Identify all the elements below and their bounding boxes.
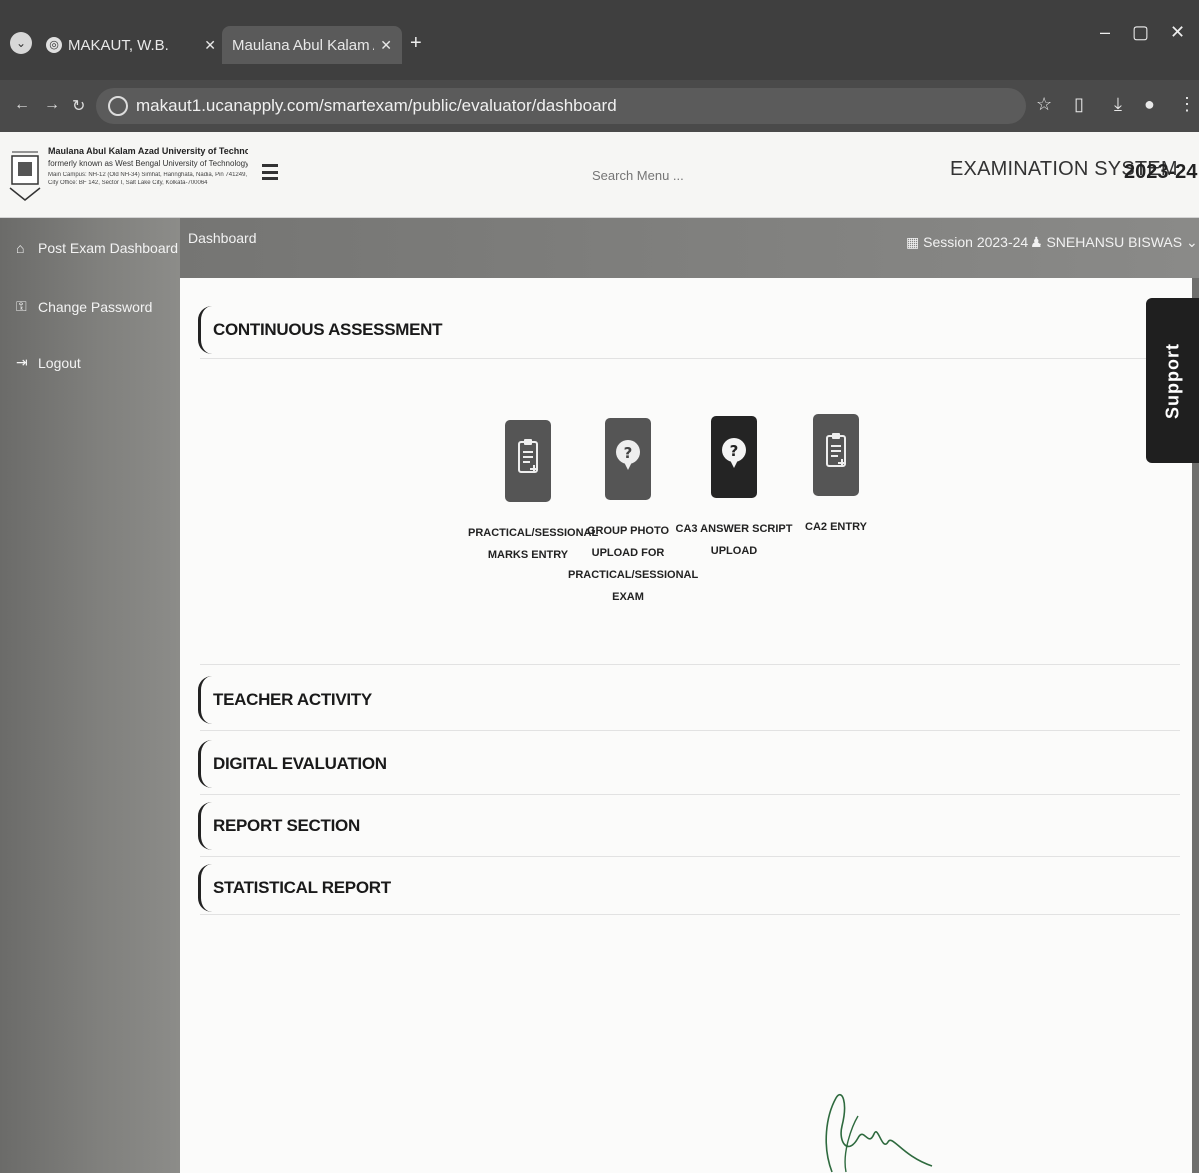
window-close-icon[interactable]: ✕ bbox=[1170, 22, 1185, 43]
city-office-address: City Office: BF 142, Sector I, Salt Lake… bbox=[48, 180, 208, 186]
tab-title: MAKAUT, W.B. bbox=[68, 36, 169, 54]
profile-icon[interactable]: ● bbox=[1144, 94, 1155, 115]
back-icon[interactable]: ← bbox=[14, 96, 30, 114]
university-name-block: Maulana Abul Kalam Azad University of Te… bbox=[48, 146, 248, 186]
search-menu-input[interactable] bbox=[592, 168, 712, 183]
forward-icon[interactable]: → bbox=[44, 96, 60, 114]
url-text: makaut1.ucanapply.com/smartexam/public/e… bbox=[136, 96, 617, 115]
browser-tab-strip: ⌄ ◎ MAKAUT, W.B. ✕ Maulana Abul Kalam Az… bbox=[0, 0, 1199, 80]
tile-icon-box[interactable] bbox=[813, 414, 859, 496]
tile-ca2-entry[interactable]: CA2 ENTRY bbox=[776, 414, 896, 538]
reading-mode-icon[interactable]: ▯ bbox=[1074, 94, 1084, 115]
clipboard-icon bbox=[518, 439, 538, 473]
section-divider bbox=[200, 856, 1180, 857]
sidebar: ⌂ Post Exam Dashboard ⚿ Change Password … bbox=[0, 218, 180, 1173]
main-content: CONTINUOUS ASSESSMENT PRACTICAL/SESSIONA… bbox=[180, 278, 1192, 1173]
content-topbar: Dashboard ▦ Session 2023-24 ⌄ ♟ SNEHANSU… bbox=[180, 218, 1199, 278]
sidebar-item-post-exam-dashboard[interactable]: ⌂ Post Exam Dashboard bbox=[16, 240, 178, 256]
logout-icon: ⇥ bbox=[16, 354, 28, 370]
browser-tab[interactable]: ◎ MAKAUT, W.B. ✕ bbox=[36, 26, 226, 64]
site-info-icon[interactable] bbox=[108, 96, 128, 116]
university-logo-icon bbox=[9, 151, 41, 201]
tab-title: Maulana Abul Kalam Azad Un bbox=[232, 36, 374, 54]
session-dropdown[interactable]: ▦ Session 2023-24 ⌄ bbox=[906, 234, 1044, 251]
handwritten-signature bbox=[825, 1093, 933, 1173]
tile-icon-box[interactable] bbox=[505, 420, 551, 502]
section-divider bbox=[200, 358, 1180, 359]
section-divider bbox=[200, 664, 1180, 665]
screen: ⌄ ◎ MAKAUT, W.B. ✕ Maulana Abul Kalam Az… bbox=[0, 0, 1199, 1173]
close-icon[interactable]: ✕ bbox=[204, 37, 216, 54]
section-teacher-activity[interactable]: TEACHER ACTIVITY bbox=[198, 676, 372, 724]
app-header: Maulana Abul Kalam Azad University of Te… bbox=[0, 132, 1199, 218]
key-icon: ⚿ bbox=[16, 298, 27, 314]
section-divider bbox=[200, 914, 1180, 915]
university-name: Maulana Abul Kalam Azad University of Te… bbox=[48, 146, 248, 156]
section-title: REPORT SECTION bbox=[213, 816, 360, 835]
browser-toolbar: ← → ↻ makaut1.ucanapply.com/smartexam/pu… bbox=[0, 80, 1199, 132]
university-address: Main Campus: NH-12 (Old NH-34) Simhat, H… bbox=[48, 172, 248, 178]
user-name: SNEHANSU BISWAS bbox=[1046, 234, 1183, 250]
section-continuous-assessment[interactable]: CONTINUOUS ASSESSMENT bbox=[198, 306, 443, 354]
support-button[interactable]: Support bbox=[1146, 298, 1199, 463]
question-bubble-icon: ? bbox=[616, 440, 640, 470]
section-report-section[interactable]: REPORT SECTION bbox=[198, 802, 360, 850]
academic-year: 2023-24 bbox=[1124, 161, 1198, 183]
maximize-icon[interactable]: ▢ bbox=[1132, 22, 1149, 43]
section-title: TEACHER ACTIVITY bbox=[213, 690, 372, 709]
calendar-icon: ▦ bbox=[906, 234, 920, 250]
tab-search-icon[interactable]: ⌄ bbox=[10, 32, 32, 54]
session-label: Session 2023-24 bbox=[923, 234, 1029, 250]
download-icon[interactable]: ⤓ bbox=[1114, 94, 1122, 115]
user-dropdown[interactable]: ♟ SNEHANSU BISWAS ⌄ bbox=[1030, 234, 1198, 251]
section-divider bbox=[200, 730, 1180, 731]
section-divider bbox=[200, 794, 1180, 795]
tile-icon-box[interactable]: ? bbox=[711, 416, 757, 498]
sidebar-item-label: Change Password bbox=[38, 298, 153, 315]
tile-icon-box[interactable]: ? bbox=[605, 418, 651, 500]
home-icon: ⌂ bbox=[16, 240, 25, 256]
bookmark-star-icon[interactable]: ☆ bbox=[1036, 94, 1052, 115]
sidebar-item-label: Logout bbox=[38, 354, 81, 371]
question-bubble-icon: ? bbox=[722, 438, 746, 468]
clipboard-icon bbox=[826, 433, 846, 467]
sidebar-item-logout[interactable]: ⇥ Logout bbox=[16, 354, 81, 371]
chevron-down-icon: ⌄ bbox=[1185, 234, 1198, 250]
tile-label[interactable]: CA2 ENTRY bbox=[776, 516, 896, 538]
globe-icon: ◎ bbox=[46, 37, 62, 53]
reload-icon[interactable]: ↻ bbox=[72, 96, 85, 116]
university-former-name: formerly known as West Bengal University… bbox=[48, 159, 248, 168]
section-title: CONTINUOUS ASSESSMENT bbox=[213, 320, 443, 339]
section-digital-evaluation[interactable]: DIGITAL EVALUATION bbox=[198, 740, 387, 788]
tile-label[interactable]: GROUP PHOTO UPLOAD FOR PRACTICAL/SESSION… bbox=[568, 520, 698, 608]
tile-group-photo-upload[interactable]: ? GROUP PHOTO UPLOAD FOR PRACTICAL/SESSI… bbox=[568, 418, 698, 608]
more-menu-icon[interactable]: ⋮ bbox=[1178, 94, 1196, 115]
svg-text:?: ? bbox=[624, 444, 633, 462]
address-bar[interactable]: makaut1.ucanapply.com/smartexam/public/e… bbox=[96, 88, 1026, 124]
section-title: STATISTICAL REPORT bbox=[213, 878, 391, 897]
sidebar-item-label: Post Exam Dashboard bbox=[38, 240, 179, 256]
minimize-icon[interactable]: – bbox=[1100, 22, 1110, 43]
sidebar-item-change-password[interactable]: ⚿ Change Password bbox=[16, 298, 152, 315]
hamburger-menu-icon[interactable] bbox=[262, 164, 278, 180]
section-statistical-report[interactable]: STATISTICAL REPORT bbox=[198, 864, 391, 912]
browser-tab-active[interactable]: Maulana Abul Kalam Azad Un ✕ bbox=[222, 26, 402, 64]
close-icon[interactable]: ✕ bbox=[380, 37, 392, 54]
breadcrumb[interactable]: Dashboard bbox=[188, 230, 257, 246]
support-label: Support bbox=[1162, 342, 1182, 419]
section-title: DIGITAL EVALUATION bbox=[213, 754, 387, 773]
user-icon: ♟ bbox=[1030, 234, 1043, 250]
new-tab-icon[interactable]: + bbox=[410, 32, 422, 55]
svg-text:?: ? bbox=[730, 442, 739, 460]
